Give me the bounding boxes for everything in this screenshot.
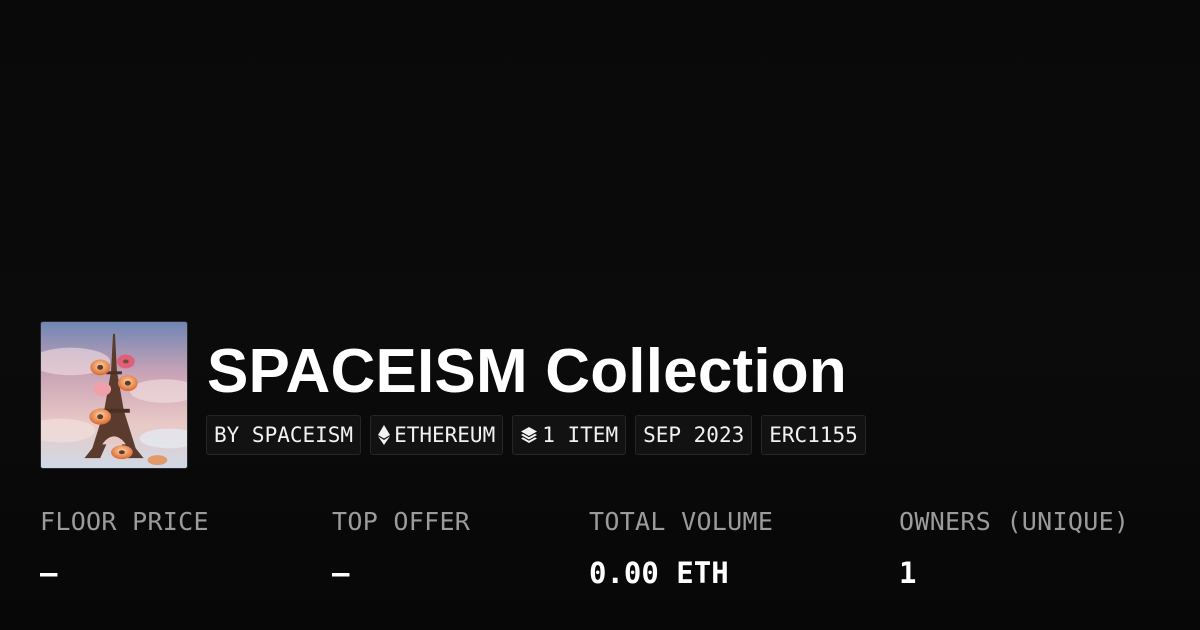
date-chip: SEP 2023	[635, 415, 753, 455]
standard-label: ERC1155	[769, 423, 858, 447]
top-offer-label: TOP OFFER	[332, 507, 471, 536]
collection-artwork-image	[41, 322, 187, 468]
chain-label: ETHEREUM	[394, 423, 496, 447]
owners-value: 1	[899, 556, 917, 590]
collection-meta-chips: BY SPACEISM ETHEREUM 1 ITEM SEP 2023 ERC…	[206, 415, 866, 455]
chain-chip[interactable]: ETHEREUM	[370, 415, 504, 455]
top-offer-value: –	[332, 556, 350, 590]
top-offer-stat: TOP OFFER –	[332, 505, 470, 590]
collection-card: SPACEISM Collection BY SPACEISM ETHEREUM	[0, 0, 1200, 630]
creator-label: BY SPACEISM	[214, 423, 354, 447]
owners-stat: OWNERS (UNIQUE) 1	[899, 505, 1129, 590]
total-volume-label: TOTAL VOLUME	[589, 507, 774, 536]
owners-label: OWNERS (UNIQUE)	[899, 507, 1130, 536]
standard-chip: ERC1155	[761, 415, 866, 455]
layers-icon	[520, 426, 538, 444]
items-label: 1 ITEM	[542, 423, 619, 447]
total-volume-value: 0.00 ETH	[589, 556, 729, 590]
floor-price-stat: FLOOR PRICE –	[40, 505, 209, 590]
items-chip[interactable]: 1 ITEM	[512, 415, 627, 455]
floor-price-label: FLOOR PRICE	[40, 507, 209, 536]
collection-thumbnail[interactable]	[40, 321, 188, 469]
floor-price-value: –	[40, 556, 58, 590]
collection-title: SPACEISM Collection	[207, 337, 847, 406]
date-label: SEP 2023	[643, 423, 745, 447]
creator-chip[interactable]: BY SPACEISM	[206, 415, 362, 455]
total-volume-stat: TOTAL VOLUME 0.00 ETH	[589, 505, 773, 590]
ethereum-icon	[378, 425, 391, 445]
